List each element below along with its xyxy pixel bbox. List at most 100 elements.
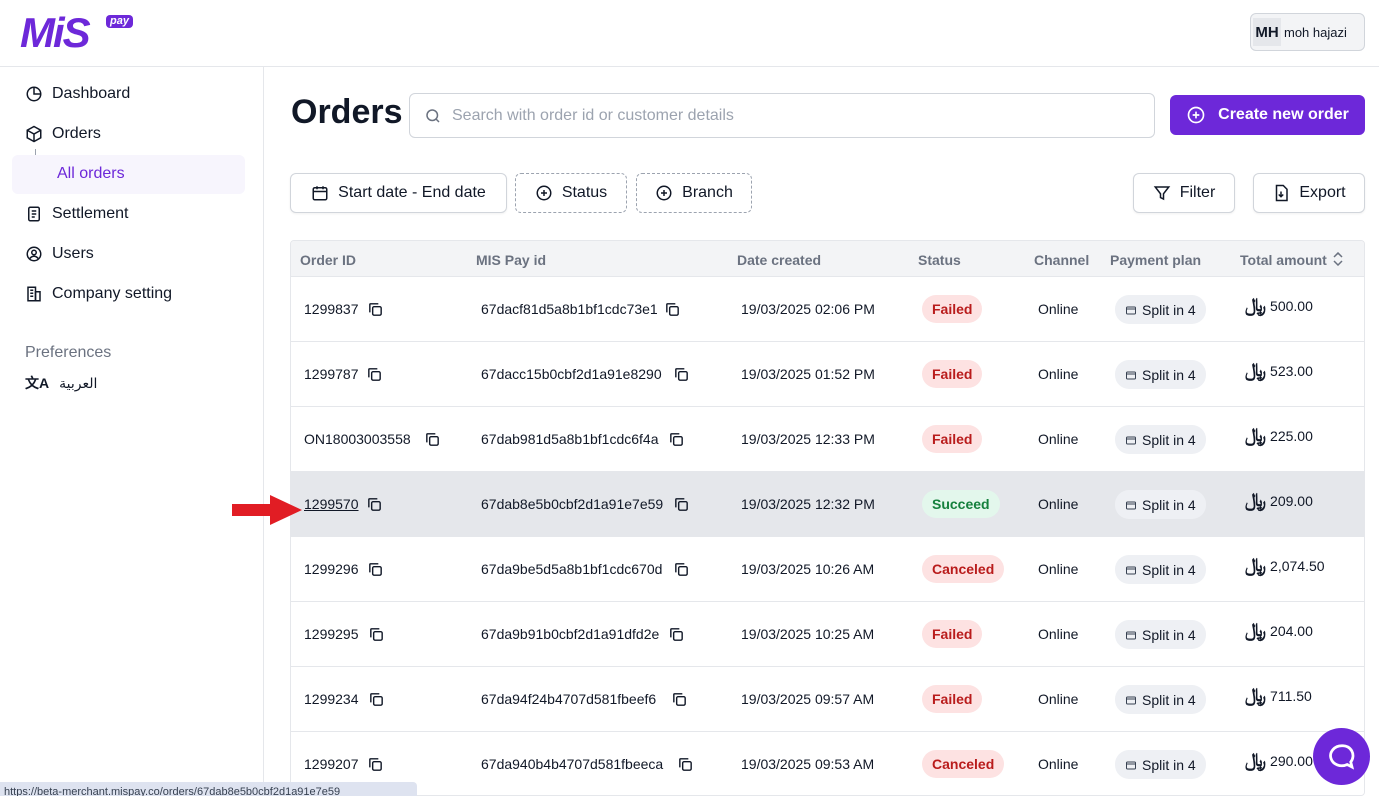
payment-plan-label: Split in 4: [1142, 756, 1196, 773]
order-id-link[interactable]: ON18003003558: [304, 431, 411, 447]
create-order-button[interactable]: Create new order: [1170, 95, 1365, 135]
copy-icon[interactable]: [668, 626, 685, 643]
mis-pay-id: 67da9b91b0cbf2d1a91dfd2e: [481, 626, 660, 642]
sidebar-item-company-setting[interactable]: Company setting: [25, 285, 172, 303]
channel: Online: [1038, 626, 1079, 642]
sidebar-item-all-orders[interactable]: All orders: [12, 155, 245, 194]
plus-circle-icon: [536, 185, 552, 201]
payment-plan-label: Split in 4: [1142, 366, 1196, 383]
amount-value: 523.00: [1270, 363, 1313, 379]
card-icon: [1125, 304, 1142, 316]
table-row[interactable]: 1299570 67dab8e5b0cbf2d1a91e7e59 19/03/202…: [291, 472, 1364, 537]
plus-circle-icon: [656, 185, 672, 201]
sidebar-item-settlement[interactable]: Settlement: [25, 205, 128, 223]
order-id-link[interactable]: 1299837: [304, 301, 359, 317]
channel: Online: [1038, 691, 1079, 707]
sidebar-item-label: Orders: [52, 125, 101, 142]
table-row[interactable]: 1299207 67da940b4b4707d581fbeeca 19/03/202…: [291, 732, 1364, 795]
chart-pie-icon: [26, 86, 42, 102]
table-row[interactable]: 1299295 67da9b91b0cbf2d1a91dfd2e 19/03/202…: [291, 602, 1364, 667]
sidebar-item-label: Users: [52, 245, 94, 262]
copy-icon[interactable]: [367, 301, 384, 318]
plus-circle-icon: [1187, 106, 1205, 124]
card-icon: [1125, 694, 1142, 706]
channel: Online: [1038, 366, 1079, 382]
copy-icon[interactable]: [368, 691, 385, 708]
copy-icon[interactable]: [366, 496, 383, 513]
chat-support-button[interactable]: [1313, 728, 1370, 785]
table-row[interactable]: 1299787 67dacc15b0cbf2d1a91e8290 19/03/202…: [291, 342, 1364, 407]
translate-icon: 文A: [25, 375, 50, 391]
sidebar-item-users[interactable]: Users: [25, 245, 94, 263]
file-download-icon: [1276, 184, 1289, 202]
table-row[interactable]: 1299296 67da9be5d5a8b1bf1cdc670d 19/03/202…: [291, 537, 1364, 602]
channel: Online: [1038, 496, 1079, 512]
table-row[interactable]: 1299837 67dacf81d5a8b1bf1cdc73e1 19/03/202…: [291, 277, 1364, 342]
sar-currency-icon: ﷼: [1245, 360, 1267, 381]
date-created: 19/03/2025 01:52 PM: [741, 366, 875, 382]
total-amount: ﷼ 2,074.50: [1245, 556, 1325, 575]
search-icon: [426, 108, 440, 123]
card-icon: [1125, 759, 1142, 771]
copy-icon[interactable]: [367, 561, 384, 578]
date-range-picker[interactable]: Start date - End date: [290, 173, 507, 213]
amount-value: 290.00: [1270, 753, 1313, 769]
copy-icon[interactable]: [367, 756, 384, 773]
logo-text: MiS: [20, 9, 91, 56]
amount-value: 204.00: [1270, 623, 1313, 639]
branch-filter-button[interactable]: Branch: [636, 173, 752, 213]
sar-currency-icon: ﷼: [1245, 490, 1267, 511]
copy-icon[interactable]: [366, 366, 383, 383]
copy-icon[interactable]: [671, 691, 688, 708]
order-id-link[interactable]: 1299296: [304, 561, 359, 577]
search-input[interactable]: [452, 106, 1132, 125]
export-button[interactable]: Export: [1253, 173, 1365, 213]
date-created: 19/03/2025 02:06 PM: [741, 301, 875, 317]
date-created: 19/03/2025 12:33 PM: [741, 431, 875, 447]
copy-icon[interactable]: [424, 431, 441, 448]
filter-button[interactable]: Filter: [1133, 173, 1235, 213]
order-id-link[interactable]: 1299234: [304, 691, 359, 707]
total-amount: ﷼ 204.00: [1245, 621, 1313, 640]
payment-plan-badge: Split in 4: [1115, 295, 1206, 324]
sidebar-item-dashboard[interactable]: Dashboard: [25, 85, 130, 103]
table-row[interactable]: 1299234 67da94f24b4707d581fbeef6 19/03/202…: [291, 667, 1364, 732]
sar-currency-icon: ﷼: [1245, 425, 1267, 446]
table-row[interactable]: ON18003003558 67dab981d5a8b1bf1cdc6f4a 19/…: [291, 407, 1364, 472]
order-id-link[interactable]: 1299207: [304, 756, 359, 772]
channel: Online: [1038, 756, 1079, 772]
sidebar-item-orders[interactable]: Orders: [25, 125, 101, 143]
status-filter-button[interactable]: Status: [515, 173, 627, 213]
copy-icon[interactable]: [677, 756, 694, 773]
copy-icon[interactable]: [673, 496, 690, 513]
payment-plan-label: Split in 4: [1142, 431, 1196, 448]
order-id-link[interactable]: 1299570: [304, 496, 359, 512]
date-created: 19/03/2025 09:57 AM: [741, 691, 875, 707]
sidebar-item-label: Company setting: [52, 285, 173, 302]
user-menu-button[interactable]: MH moh hajazi: [1250, 13, 1365, 51]
status-filter-label: Status: [561, 184, 608, 201]
sidebar-subitem-label: All orders: [57, 165, 125, 182]
status-badge: Succeed: [922, 490, 1000, 518]
mis-pay-id: 67dab8e5b0cbf2d1a91e7e59: [481, 496, 664, 512]
mispay-logo[interactable]: MiS pay: [20, 9, 135, 56]
copy-icon[interactable]: [668, 431, 685, 448]
copy-icon[interactable]: [673, 366, 690, 383]
date-created: 19/03/2025 09:53 AM: [741, 756, 875, 772]
amount-value: 225.00: [1270, 428, 1313, 444]
search-box[interactable]: [409, 93, 1155, 138]
copy-icon[interactable]: [673, 561, 690, 578]
card-icon: [1125, 629, 1142, 641]
language-switch[interactable]: 文A العربية: [25, 373, 97, 393]
copy-icon[interactable]: [664, 301, 681, 318]
channel: Online: [1038, 561, 1079, 577]
payment-plan-badge: Split in 4: [1115, 685, 1206, 714]
order-id-link[interactable]: 1299295: [304, 626, 359, 642]
card-icon: [1125, 434, 1142, 446]
order-id-link[interactable]: 1299787: [304, 366, 359, 382]
mis-pay-id: 67dacf81d5a8b1bf1cdc73e1: [481, 301, 658, 317]
copy-icon[interactable]: [368, 626, 385, 643]
sort-icon[interactable]: [1332, 252, 1344, 266]
column-header-total-amount[interactable]: Total amount: [1240, 252, 1327, 268]
main-content: Orders Create new order Start date - End…: [264, 67, 1379, 796]
